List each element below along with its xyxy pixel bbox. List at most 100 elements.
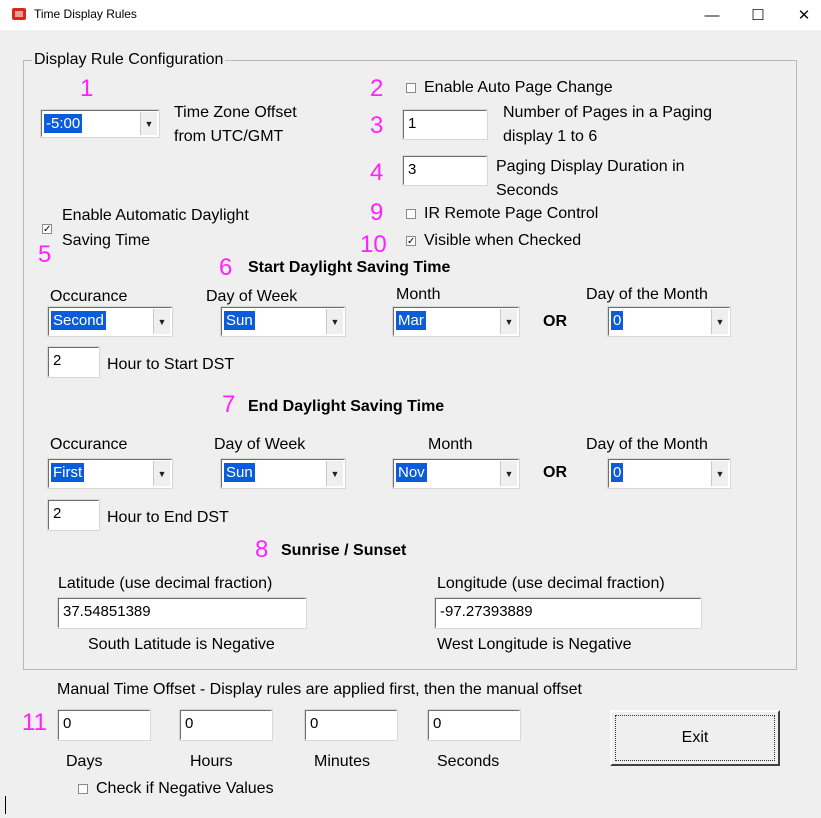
end-month-value: Nov bbox=[396, 463, 427, 482]
duration-label-2: Seconds bbox=[496, 182, 559, 199]
latitude-input[interactable]: 37.54851389 bbox=[58, 598, 306, 628]
end-month-label: Month bbox=[428, 436, 473, 453]
chevron-down-icon[interactable]: ▼ bbox=[711, 309, 728, 334]
auto-page-label: Enable Auto Page Change bbox=[424, 79, 613, 96]
marker-6: 6 bbox=[219, 254, 233, 281]
manual-offset-label: Manual Time Offset - Display rules are a… bbox=[57, 681, 582, 698]
latitude-note: South Latitude is Negative bbox=[88, 636, 275, 653]
marker-5: 5 bbox=[38, 241, 52, 268]
end-hour-input[interactable]: 2 bbox=[48, 500, 99, 530]
chevron-down-icon[interactable]: ▼ bbox=[153, 461, 170, 486]
ir-remote-checkbox[interactable] bbox=[406, 209, 416, 219]
timezone-value: -5:00 bbox=[44, 114, 83, 133]
longitude-note: West Longitude is Negative bbox=[437, 636, 632, 653]
start-dow-select[interactable]: Sun ▼ bbox=[221, 307, 345, 336]
maximize-button[interactable]: ☐ bbox=[738, 3, 778, 27]
exit-label: Exit bbox=[681, 729, 709, 746]
timezone-select[interactable]: -5:00 ▼ bbox=[41, 110, 159, 137]
end-occurance-select[interactable]: First ▼ bbox=[48, 459, 172, 488]
chevron-down-icon[interactable]: ▼ bbox=[153, 309, 170, 334]
window-title: Time Display Rules bbox=[34, 7, 137, 21]
marker-11: 11 bbox=[22, 709, 47, 736]
start-hour-input[interactable]: 2 bbox=[48, 347, 99, 377]
sun-title: Sunrise / Sunset bbox=[281, 542, 407, 559]
end-month-select[interactable]: Nov ▼ bbox=[393, 459, 519, 488]
start-month-value: Mar bbox=[396, 311, 426, 330]
dst-enable-label-2: Saving Time bbox=[62, 232, 151, 249]
end-occurance-label: Occurance bbox=[50, 436, 128, 453]
marker-2: 2 bbox=[370, 75, 384, 102]
start-or-label: OR bbox=[543, 313, 567, 330]
close-button[interactable]: ✕ bbox=[784, 3, 821, 27]
start-dst-title: Start Daylight Saving Time bbox=[248, 259, 451, 276]
start-occurance-value: Second bbox=[51, 311, 106, 330]
marker-4: 4 bbox=[370, 159, 384, 186]
end-occurance-value: First bbox=[51, 463, 85, 482]
days-label: Days bbox=[66, 753, 103, 770]
start-dom-value: 0 bbox=[611, 311, 624, 330]
hours-input[interactable]: 0 bbox=[180, 710, 272, 740]
chevron-down-icon[interactable]: ▼ bbox=[500, 309, 517, 334]
start-occurance-select[interactable]: Second ▼ bbox=[48, 307, 172, 336]
text-cursor bbox=[5, 796, 6, 814]
ir-remote-label: IR Remote Page Control bbox=[424, 205, 599, 222]
marker-9: 9 bbox=[370, 199, 384, 226]
chevron-down-icon[interactable]: ▼ bbox=[326, 309, 343, 334]
start-month-label: Month bbox=[396, 286, 441, 303]
marker-7: 7 bbox=[222, 391, 236, 418]
end-dow-label: Day of Week bbox=[214, 436, 306, 453]
end-dow-select[interactable]: Sun ▼ bbox=[221, 459, 345, 488]
chevron-down-icon[interactable]: ▼ bbox=[500, 461, 517, 486]
marker-10: 10 bbox=[360, 231, 387, 258]
days-input[interactable]: 0 bbox=[58, 710, 150, 740]
longitude-input[interactable]: -97.27393889 bbox=[435, 598, 701, 628]
end-or-label: OR bbox=[543, 464, 567, 481]
dst-enable-label-1: Enable Automatic Daylight bbox=[62, 207, 249, 224]
duration-input[interactable]: 3 bbox=[403, 156, 487, 185]
pages-label-2: display 1 to 6 bbox=[503, 128, 598, 145]
check-icon: ✓ bbox=[43, 224, 52, 235]
start-dom-select[interactable]: 0 ▼ bbox=[608, 307, 730, 336]
timezone-label-2: from UTC/GMT bbox=[174, 128, 284, 145]
chevron-down-icon[interactable]: ▼ bbox=[711, 461, 728, 486]
negative-label: Check if Negative Values bbox=[96, 780, 274, 797]
start-occurance-label: Occurance bbox=[50, 288, 128, 305]
longitude-label: Longitude (use decimal fraction) bbox=[437, 575, 665, 592]
latitude-label: Latitude (use decimal fraction) bbox=[58, 575, 273, 592]
visible-label: Visible when Checked bbox=[424, 232, 582, 249]
pages-label-1: Number of Pages in a Paging bbox=[503, 104, 713, 121]
minimize-button[interactable]: — bbox=[692, 3, 732, 27]
end-dom-value: 0 bbox=[611, 463, 624, 482]
start-month-select[interactable]: Mar ▼ bbox=[393, 307, 519, 336]
check-icon: ✓ bbox=[407, 236, 416, 247]
marker-3: 3 bbox=[370, 112, 384, 139]
end-hour-label: Hour to End DST bbox=[107, 509, 229, 526]
seconds-input[interactable]: 0 bbox=[428, 710, 520, 740]
start-dom-label: Day of the Month bbox=[586, 286, 708, 303]
minutes-input[interactable]: 0 bbox=[305, 710, 397, 740]
end-dom-label: Day of the Month bbox=[586, 436, 708, 453]
visible-checkbox[interactable]: ✓ bbox=[406, 236, 416, 247]
group-title: Display Rule Configuration bbox=[32, 51, 226, 69]
chevron-down-icon[interactable]: ▼ bbox=[140, 112, 157, 135]
end-dom-select[interactable]: 0 ▼ bbox=[608, 459, 730, 488]
start-hour-label: Hour to Start DST bbox=[107, 356, 235, 373]
chevron-down-icon[interactable]: ▼ bbox=[326, 461, 343, 486]
start-dow-label: Day of Week bbox=[206, 288, 298, 305]
duration-label-1: Paging Display Duration in bbox=[496, 158, 685, 175]
end-dst-title: End Daylight Saving Time bbox=[248, 398, 445, 415]
start-dow-value: Sun bbox=[224, 311, 255, 330]
hours-label: Hours bbox=[190, 753, 233, 770]
minutes-label: Minutes bbox=[314, 753, 371, 770]
pages-input[interactable]: 1 bbox=[403, 110, 487, 139]
marker-8: 8 bbox=[255, 536, 269, 563]
auto-page-checkbox[interactable] bbox=[406, 83, 416, 93]
dst-enable-checkbox[interactable]: ✓ bbox=[42, 224, 52, 235]
negative-checkbox[interactable] bbox=[78, 784, 88, 794]
exit-button[interactable]: Exit bbox=[610, 710, 780, 766]
timezone-label-1: Time Zone Offset bbox=[174, 104, 297, 121]
app-icon bbox=[12, 8, 26, 20]
end-dow-value: Sun bbox=[224, 463, 255, 482]
seconds-label: Seconds bbox=[437, 753, 500, 770]
marker-1: 1 bbox=[80, 75, 94, 102]
